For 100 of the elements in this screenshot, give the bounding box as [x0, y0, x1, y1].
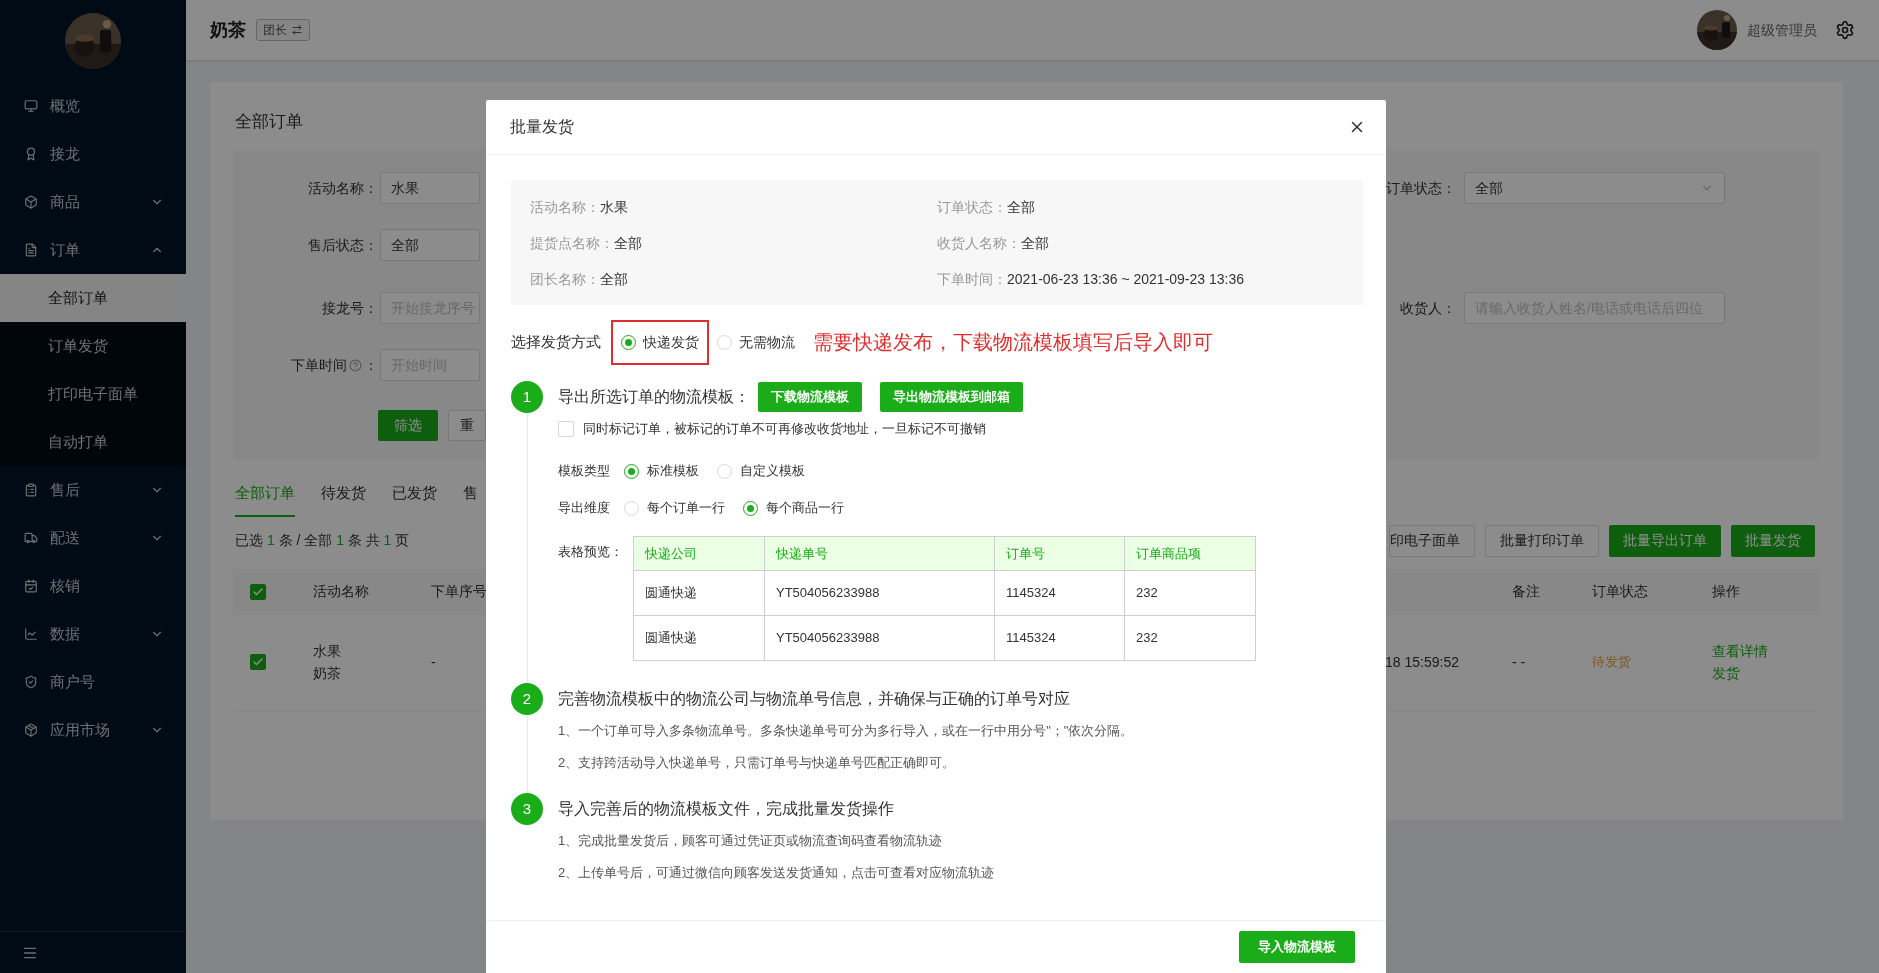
table-cell-text: 圆通快递: [644, 629, 698, 648]
radio-option[interactable]: 每个订单一行: [624, 498, 725, 518]
table-cell-text: 18 15:59:52: [1385, 652, 1460, 672]
colon: ：: [364, 355, 378, 375]
annotation-text: 需要快递发布，下载物流模板填写后导入即可: [813, 330, 1213, 355]
package-icon: [24, 723, 38, 737]
radio-option[interactable]: 无需物流: [717, 319, 807, 365]
table-cell-text: 奶茶: [313, 664, 342, 683]
step-note: 1、一个订单可导入多条物流单号。多条快递单号可分为多行导入，或在一行中用分号"；"依次分隔。: [558, 722, 1134, 740]
download-button[interactable]: 导出物流模板到邮箱: [880, 382, 1023, 412]
download-button[interactable]: 下载物流模板: [758, 382, 862, 412]
radio-button[interactable]: [624, 463, 639, 479]
checkbox[interactable]: [250, 654, 266, 670]
truck-icon: [24, 531, 38, 545]
table-cell: 232: [1124, 616, 1255, 660]
info-text: 订单状态：全部: [937, 197, 1036, 217]
menu-item[interactable]: 配送: [0, 514, 186, 562]
settings-icon[interactable]: [1835, 20, 1855, 40]
field-label: 选择发货方式: [511, 331, 601, 352]
info-text: 提货点名称：全部: [530, 233, 643, 253]
column-header: 订单状态: [1592, 582, 1649, 601]
monitor-icon: [24, 99, 38, 113]
action-button[interactable]: 印电子面单: [1389, 524, 1475, 557]
filter-button[interactable]: 重: [448, 410, 486, 441]
import-button[interactable]: 导入物流模板: [1239, 931, 1355, 963]
menu-item[interactable]: 商户号: [0, 658, 186, 706]
radio-option[interactable]: 每个商品一行: [743, 498, 844, 518]
tab[interactable]: 待发货: [321, 482, 366, 517]
menu-item[interactable]: 接龙: [0, 130, 186, 178]
field-label: 收货人：: [1400, 298, 1456, 318]
dialog-title: 批量发货: [510, 117, 574, 137]
field-label: 接龙号：: [321, 298, 378, 318]
menu-item[interactable]: 应用市场: [0, 706, 186, 754]
action-button[interactable]: 批量导出订单: [1609, 524, 1721, 557]
submenu-item[interactable]: 自动打单: [0, 418, 186, 466]
column-header: 快递单号: [764, 537, 994, 570]
radio-button[interactable]: [621, 334, 636, 350]
action-button[interactable]: 批量打印订单: [1485, 524, 1599, 557]
input-field[interactable]: 全部: [1464, 172, 1725, 204]
step-title: 导入完善后的物流模板文件，完成批量发货操作: [558, 799, 894, 819]
tab[interactable]: 售: [463, 482, 478, 517]
submenu-item[interactable]: 打印电子面单: [0, 370, 186, 418]
step-title: 完善物流模板中的物流公司与物流单号信息，并确保与正确的订单号对应: [558, 689, 1070, 709]
radio-option[interactable]: 自定义模板: [717, 461, 805, 481]
check-icon: [252, 585, 264, 598]
user-name: 超级管理员: [1747, 20, 1817, 40]
info-text: 下单时间：2021-06-23 13:36 ~ 2021-09-23 13:36: [937, 269, 1246, 289]
calendar-icon: [24, 579, 38, 593]
field-label: 导出维度: [558, 499, 611, 518]
check-icon: [252, 656, 264, 668]
status-text: 待发货: [1592, 653, 1632, 672]
radio-option[interactable]: 标准模板: [624, 461, 699, 481]
checkbox[interactable]: [250, 583, 266, 600]
action-link[interactable]: 查看详情: [1712, 640, 1768, 662]
radio-button[interactable]: [743, 500, 758, 516]
field-label: 活动名称：: [307, 178, 378, 198]
tab[interactable]: 全部订单: [235, 482, 295, 517]
step-note: 2、上传单号后，可通过微信向顾客发送发货通知，点击可查看对应物流轨迹: [558, 864, 995, 882]
action-link[interactable]: 发货: [1712, 662, 1740, 684]
info-text: 团长名称：全部: [530, 269, 629, 289]
field-label: 售后状态：: [307, 235, 378, 255]
field-label: 订单状态：: [1386, 178, 1456, 198]
field-label: 表格预览：: [558, 543, 624, 561]
chart-icon: [24, 627, 38, 641]
menu-item[interactable]: 概览: [0, 82, 186, 130]
column-header: 订单号: [994, 537, 1124, 570]
info-text: 活动名称：水果: [530, 197, 629, 217]
step-number: 2: [511, 683, 543, 715]
input-field[interactable]: 水果: [380, 172, 480, 204]
table-cell-text: - -: [1512, 652, 1527, 672]
menu-item[interactable]: 商品: [0, 178, 186, 226]
radio-option[interactable]: 快递发货: [611, 319, 709, 365]
award-icon: [24, 147, 38, 161]
checkbox-label: 同时标记订单，被标记的订单不可再修改收货地址，一旦标记不可撤销: [583, 420, 986, 439]
page-title: 全部订单: [235, 111, 303, 133]
menu-item[interactable]: 数据: [0, 610, 186, 658]
tab[interactable]: 已发货: [392, 482, 437, 517]
swap-icon: [291, 24, 303, 36]
submenu-item[interactable]: 订单发货: [0, 322, 186, 370]
menu-item[interactable]: 售后: [0, 466, 186, 514]
clipboard-icon: [24, 483, 38, 497]
column-header: 订单商品项: [1124, 537, 1255, 570]
menu-item[interactable]: 核销: [0, 562, 186, 610]
table-cell-text: -: [431, 652, 436, 672]
step-title: 导出所选订单的物流模板：: [558, 387, 750, 407]
column-header: 备注: [1512, 582, 1541, 601]
info-text: 收货人名称：全部: [937, 233, 1050, 253]
menu-item[interactable]: 订单: [0, 226, 186, 274]
column-header: 快递公司: [644, 544, 698, 563]
table-cell: 1145324: [994, 571, 1124, 615]
table-cell-text: 水果: [313, 642, 342, 661]
table-cell: YT504056233988: [764, 616, 994, 660]
input-field[interactable]: 全部: [380, 229, 480, 261]
submenu-item[interactable]: 全部订单: [0, 274, 186, 322]
field-label: 下单时间: [291, 355, 347, 375]
table-cell: 1145324: [994, 616, 1124, 660]
filter-button[interactable]: 筛选: [378, 410, 438, 441]
action-button[interactable]: 批量发货: [1731, 524, 1815, 557]
field-label: 模板类型: [558, 462, 611, 481]
step-note: 2、支持跨活动导入快递单号，只需订单号与快递单号匹配正确即可。: [558, 754, 957, 772]
